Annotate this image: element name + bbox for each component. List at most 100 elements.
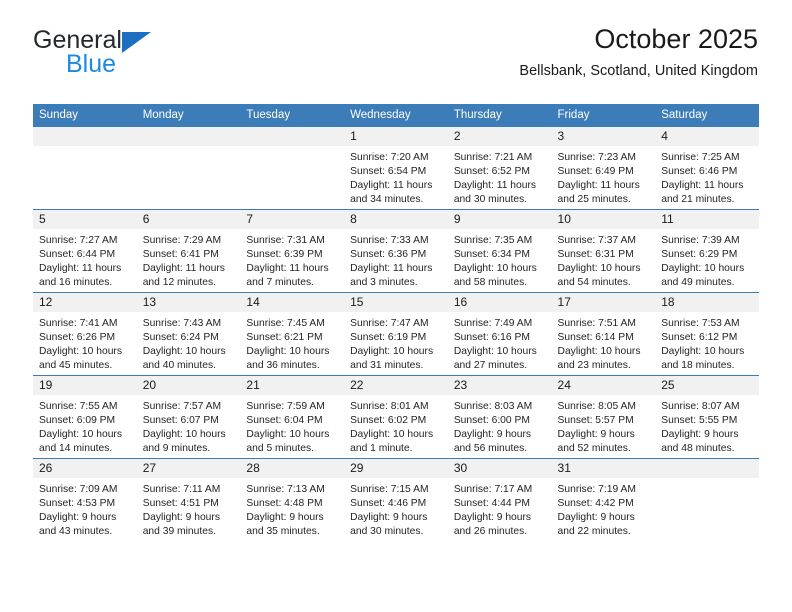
calendar-day-cell[interactable]: 2 Sunrise: 7:21 AM Sunset: 6:52 PM Daylight… [447,126,552,210]
day-details: Sunrise: 7:49 AM Sunset: 6:16 PM Daylight:… [448,312,552,373]
sunset-text: Sunset: 6:36 PM [350,249,427,261]
sunrise-text: Sunrise: 7:37 AM [557,235,636,246]
daylight-text: Daylight: 10 hours and 31 minutes. [350,346,434,372]
day-number: 14 [240,293,345,312]
sunrise-text: Sunrise: 7:57 AM [142,401,222,412]
calendar-day-cell[interactable]: 8 Sunrise: 7:33 AM Sunset: 6:36 PM Daylight… [344,209,448,293]
page-title: October 2025 [594,24,758,54]
day-number: 31 [551,459,656,478]
sunset-text: Sunset: 4:44 PM [453,498,530,510]
day-details: Sunrise: 7:55 AM Sunset: 6:09 PM Daylight:… [33,395,137,456]
weekday-header-saturday: Saturday [655,104,759,127]
calendar-day-cell[interactable]: 7 Sunrise: 7:31 AM Sunset: 6:39 PM Daylight… [240,209,345,293]
sunrise-text: Sunrise: 8:05 AM [557,401,636,412]
title-block: October 2025 Bellsbank, Scotland, United… [519,22,758,82]
calendar-day-cell[interactable]: 13 Sunrise: 7:43 AM Sunset: 6:24 PM Dayligh… [136,292,241,376]
calendar-page: General Blue October 2025 Bellsbank, Sco… [0,0,792,612]
generalblue-logo[interactable]: General Blue [33,26,233,82]
calendar-week-row: 1 Sunrise: 7:20 AM Sunset: 6:54 PM Daylight… [33,126,759,210]
calendar-day-cell[interactable]: 19 Sunrise: 7:55 AM Sunset: 6:09 PM Dayligh… [33,375,137,459]
daylight-text: Daylight: 10 hours and 14 minutes. [39,429,122,455]
sunrise-text: Sunrise: 7:09 AM [39,484,118,495]
sunrise-text: Sunrise: 7:59 AM [246,401,325,412]
sunrise-text: Sunrise: 8:01 AM [350,401,429,412]
day-number [33,127,137,146]
day-details: Sunrise: 7:31 AM Sunset: 6:39 PM Daylight:… [240,229,344,290]
calendar-day-cell[interactable]: 29 Sunrise: 7:15 AM Sunset: 4:46 PM Dayligh… [344,458,448,541]
sunset-text: Sunset: 6:02 PM [350,415,427,427]
calendar-day-cell[interactable]: 4 Sunrise: 7:25 AM Sunset: 6:46 PM Daylight… [655,126,759,210]
calendar-day-cell[interactable]: 9 Sunrise: 7:35 AM Sunset: 6:34 PM Daylight… [447,209,552,293]
day-number: 11 [655,210,759,229]
sunset-text: Sunset: 4:51 PM [142,498,219,510]
sunrise-text: Sunrise: 7:51 AM [557,318,636,329]
daylight-text: Daylight: 11 hours and 7 minutes. [246,263,329,289]
calendar-day-cell[interactable]: 17 Sunrise: 7:51 AM Sunset: 6:14 PM Dayligh… [551,292,656,376]
sunrise-text: Sunrise: 7:45 AM [246,318,325,329]
sunset-text: Sunset: 6:00 PM [453,415,530,427]
daylight-text: Daylight: 10 hours and 18 minutes. [661,346,745,372]
daylight-text: Daylight: 10 hours and 54 minutes. [557,263,641,289]
calendar-day-cell[interactable]: 10 Sunrise: 7:37 AM Sunset: 6:31 PM Dayligh… [551,209,656,293]
daylight-text: Daylight: 9 hours and 30 minutes. [350,512,428,538]
calendar-day-cell[interactable]: 23 Sunrise: 8:03 AM Sunset: 6:00 PM Dayligh… [447,375,552,459]
day-details: Sunrise: 7:47 AM Sunset: 6:19 PM Daylight:… [344,312,448,373]
sunset-text: Sunset: 6:14 PM [557,332,634,344]
day-details: Sunrise: 7:19 AM Sunset: 4:42 PM Daylight:… [552,478,656,539]
calendar-day-cell[interactable]: 27 Sunrise: 7:11 AM Sunset: 4:51 PM Dayligh… [136,458,241,541]
calendar-day-cell[interactable]: 22 Sunrise: 8:01 AM Sunset: 6:02 PM Dayligh… [344,375,448,459]
day-details: Sunrise: 7:21 AM Sunset: 6:52 PM Daylight:… [448,146,552,207]
day-number: 2 [447,127,552,146]
daylight-text: Daylight: 9 hours and 48 minutes. [661,429,739,455]
day-number: 25 [655,376,759,395]
weekday-header-thursday: Thursday [447,104,552,127]
calendar-day-cell[interactable]: 24 Sunrise: 8:05 AM Sunset: 5:57 PM Dayligh… [551,375,656,459]
calendar-day-cell[interactable]: 21 Sunrise: 7:59 AM Sunset: 6:04 PM Dayligh… [240,375,345,459]
day-number: 7 [240,210,345,229]
calendar-day-cell[interactable]: 20 Sunrise: 7:57 AM Sunset: 6:07 PM Dayligh… [136,375,241,459]
day-details: Sunrise: 7:29 AM Sunset: 6:41 PM Daylight:… [137,229,241,290]
calendar-day-cell[interactable]: 6 Sunrise: 7:29 AM Sunset: 6:41 PM Daylight… [136,209,241,293]
calendar-day-cell[interactable]: 31 Sunrise: 7:19 AM Sunset: 4:42 PM Dayligh… [551,458,656,541]
weekday-header-row: Sunday Monday Tuesday Wednesday Thursday… [33,104,759,127]
day-details: Sunrise: 7:09 AM Sunset: 4:53 PM Daylight:… [33,478,137,539]
calendar-day-cell[interactable]: 12 Sunrise: 7:41 AM Sunset: 6:26 PM Dayligh… [33,292,137,376]
calendar-day-cell[interactable]: 28 Sunrise: 7:13 AM Sunset: 4:48 PM Dayligh… [240,458,345,541]
daylight-text: Daylight: 11 hours and 16 minutes. [39,263,122,289]
day-details: Sunrise: 8:01 AM Sunset: 6:02 PM Daylight:… [344,395,448,456]
day-details: Sunrise: 7:17 AM Sunset: 4:44 PM Daylight:… [448,478,552,539]
day-details: Sunrise: 7:20 AM Sunset: 6:54 PM Daylight:… [344,146,448,207]
calendar-week-row: 12 Sunrise: 7:41 AM Sunset: 6:26 PM Dayligh… [33,292,759,376]
calendar-day-cell[interactable]: 5 Sunrise: 7:27 AM Sunset: 6:44 PM Daylight… [33,209,137,293]
calendar-day-cell[interactable]: 1 Sunrise: 7:20 AM Sunset: 6:54 PM Daylight… [344,126,448,210]
calendar-day-cell[interactable]: 14 Sunrise: 7:45 AM Sunset: 6:21 PM Dayligh… [240,292,345,376]
day-number: 3 [551,127,656,146]
sunset-text: Sunset: 6:19 PM [350,332,427,344]
day-number: 27 [136,459,241,478]
logo-text-blue: Blue [66,50,117,78]
calendar-day-cell[interactable]: 26 Sunrise: 7:09 AM Sunset: 4:53 PM Dayligh… [33,458,137,541]
day-details: Sunrise: 8:05 AM Sunset: 5:57 PM Daylight:… [552,395,656,456]
sunset-text: Sunset: 6:09 PM [39,415,116,427]
calendar-day-cell[interactable]: 25 Sunrise: 8:07 AM Sunset: 5:55 PM Dayligh… [655,375,759,459]
daylight-text: Daylight: 10 hours and 45 minutes. [39,346,122,372]
sunrise-text: Sunrise: 7:11 AM [142,484,221,495]
calendar-day-cell[interactable]: 30 Sunrise: 7:17 AM Sunset: 4:44 PM Dayligh… [447,458,552,541]
calendar-day-cell[interactable]: 15 Sunrise: 7:47 AM Sunset: 6:19 PM Dayligh… [344,292,448,376]
daylight-text: Daylight: 10 hours and 9 minutes. [142,429,226,455]
day-details: Sunrise: 7:13 AM Sunset: 4:48 PM Daylight:… [240,478,344,539]
sunrise-text: Sunrise: 7:19 AM [557,484,636,495]
calendar-day-cell[interactable]: 3 Sunrise: 7:23 AM Sunset: 6:49 PM Daylight… [551,126,656,210]
calendar-day-cell[interactable]: 16 Sunrise: 7:49 AM Sunset: 6:16 PM Dayligh… [447,292,552,376]
sunset-text: Sunset: 6:26 PM [39,332,116,344]
calendar-day-cell[interactable]: 18 Sunrise: 7:53 AM Sunset: 6:12 PM Dayligh… [655,292,759,376]
sunrise-text: Sunrise: 7:47 AM [350,318,429,329]
daylight-text: Daylight: 10 hours and 23 minutes. [557,346,641,372]
calendar-day-cell[interactable]: 11 Sunrise: 7:39 AM Sunset: 6:29 PM Dayligh… [655,209,759,293]
weekday-header-sunday: Sunday [33,104,137,127]
calendar-week-row: 5 Sunrise: 7:27 AM Sunset: 6:44 PM Daylight… [33,209,759,293]
calendar-day-cell-empty [655,458,759,541]
sunset-text: Sunset: 6:46 PM [661,166,738,178]
sunset-text: Sunset: 6:04 PM [246,415,323,427]
sunset-text: Sunset: 4:46 PM [350,498,427,510]
